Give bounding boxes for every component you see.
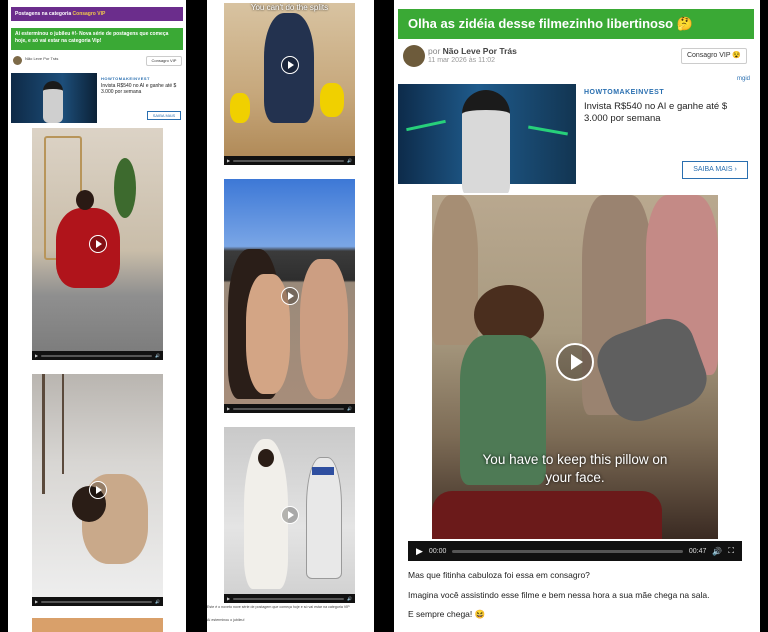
post-paragraph-2: Imagina você assistindo esse filme e bem…	[408, 590, 710, 600]
video-controls[interactable]: ▶ 00:00 00:47 🔊 ⛶	[408, 541, 742, 561]
ad-text: Invista R$540 no AI e ganhe até $ 3.000 …	[101, 83, 177, 95]
post-title[interactable]: Aí esterminou o jubileu #!- Nova série d…	[11, 28, 183, 50]
video-controls[interactable]: ▶ 🔊	[32, 351, 163, 360]
play-icon[interactable]	[556, 343, 594, 382]
video-controls[interactable]: ▶ 🔊	[224, 156, 355, 165]
ad-banner[interactable]: HOWTOMAKEINVEST Invista R$540 no AI e ga…	[11, 73, 183, 123]
robot-face-icon	[43, 81, 63, 123]
video-controls[interactable]: ▶ 🔊	[224, 594, 355, 603]
ad-text: Invista R$540 no AI e ganhe até $ 3.000 …	[584, 101, 728, 124]
fullscreen-icon[interactable]: ⛶	[728, 546, 734, 556]
ad-brand: HOWTOMAKEINVEST	[584, 89, 665, 96]
ad-brand: HOWTOMAKEINVEST	[101, 76, 150, 81]
video-player-3[interactable]: You can't do the splits ▶ 🔊	[224, 3, 355, 165]
avatar[interactable]	[13, 56, 22, 65]
video-player-5[interactable]: ▶ 🔊	[224, 427, 355, 603]
video-player-4[interactable]: ▶ 🔊	[224, 179, 355, 413]
volume-icon[interactable]: 🔊	[712, 547, 722, 556]
next-video-peek	[32, 618, 163, 632]
ad-image	[11, 73, 97, 123]
author-name[interactable]: Não Leve Por Trás	[25, 56, 58, 61]
video-player-1[interactable]: ▶ 🔊	[32, 128, 163, 360]
play-icon[interactable]	[280, 55, 299, 74]
column-left: Postagens na categoria Consagro VIP Aí e…	[8, 0, 186, 632]
play-icon[interactable]	[88, 481, 107, 499]
saiba-mais-label: SAIBA MAIS	[693, 166, 733, 173]
avatar[interactable]	[403, 45, 425, 67]
play-control-icon[interactable]: ▶	[416, 546, 423, 557]
column-middle: You can't do the splits ▶ 🔊 ▶ 🔊 ▶ 🔊 Este é …	[207, 0, 374, 632]
video-controls[interactable]: ▶ 🔊	[32, 597, 163, 606]
video-subtitle: You have to keep this pillow on your fac…	[482, 452, 668, 485]
author-prefix: por	[428, 46, 443, 56]
post-title[interactable]: Olha as zidéia desse filmezinho libertin…	[398, 9, 754, 39]
author-name[interactable]: Não Leve Por Trás	[443, 46, 517, 56]
category-bar: Postagens na categoria Consagro VIP	[11, 7, 183, 21]
play-icon[interactable]	[280, 506, 299, 524]
play-icon[interactable]	[280, 287, 299, 305]
post-paragraph-3: E sempre chega! 😆	[408, 609, 486, 619]
ad-banner[interactable]: HOWTOMAKEINVEST Invista R$540 no AI e ga…	[398, 84, 754, 200]
post-date: 11 mar 2026 às 11:02	[428, 57, 496, 64]
play-icon[interactable]	[88, 235, 107, 253]
chevron-right-icon: ›	[734, 166, 737, 173]
vip-badge[interactable]: Consagro VIP	[146, 56, 182, 66]
saiba-mais-button[interactable]: SAIBA MAIS ›	[682, 161, 748, 179]
saiba-mais-button[interactable]: SAIBA MAIS	[147, 111, 181, 120]
post-excerpt-line2: Aí esterminou o jubileu!	[207, 618, 245, 622]
post-excerpt: Este é o noveto nove série de postagem q…	[207, 605, 350, 609]
time-total: 00:47	[688, 547, 707, 555]
video-subtitle: You can't do the splits	[250, 3, 329, 12]
post-paragraph-1: Mas que fitinha cabuloza foi essa em con…	[408, 570, 590, 580]
video-frame	[224, 3, 355, 156]
author-line: por Não Leve Por Trás	[428, 46, 517, 56]
video-controls[interactable]: ▶ 🔊	[224, 404, 355, 413]
vip-badge[interactable]: Consagro VIP 😵	[681, 48, 747, 64]
robot-face-icon	[462, 90, 510, 200]
video-player-main[interactable]: You have to keep this pillow on your fac…	[408, 193, 742, 561]
ad-tag[interactable]: mgid	[737, 76, 750, 82]
category-prefix: Postagens na categoria	[15, 11, 73, 17]
time-current: 00:00	[428, 547, 447, 555]
video-player-2[interactable]: ▶ 🔊	[32, 374, 163, 606]
column-right: Olha as zidéia desse filmezinho libertin…	[394, 0, 760, 632]
ad-image	[398, 84, 576, 200]
category-link[interactable]: Consagro VIP	[73, 11, 106, 17]
progress-bar[interactable]	[452, 549, 683, 553]
